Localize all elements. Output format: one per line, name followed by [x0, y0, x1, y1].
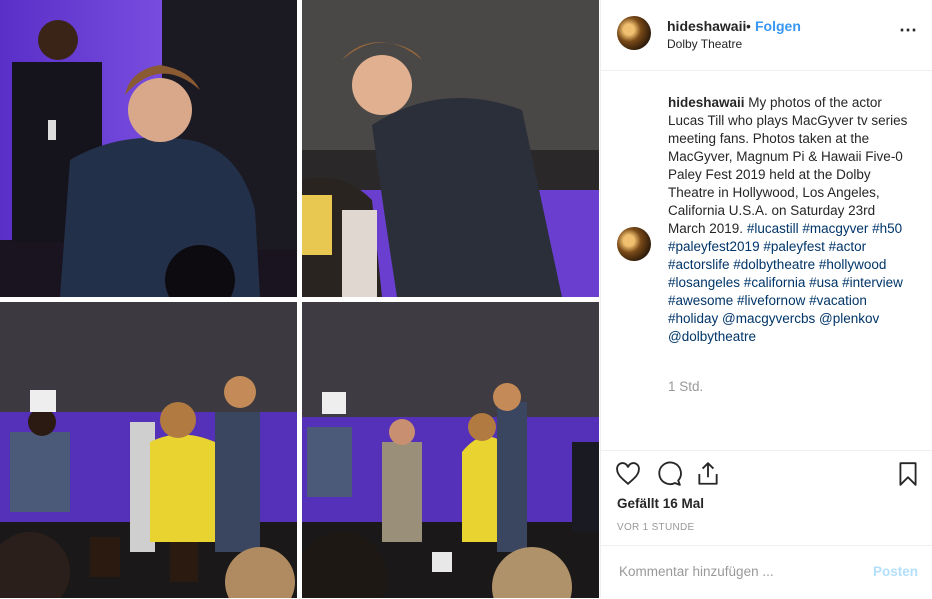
location-link[interactable]: Dolby Theatre [667, 37, 742, 51]
caption: hideshawaii My photos of the actor Lucas… [668, 94, 908, 346]
follow-button[interactable]: Folgen [755, 18, 801, 34]
likes-count[interactable]: Gefällt 16 Mal [617, 496, 704, 511]
caption-time: 1 Std. [668, 379, 704, 394]
caption-avatar[interactable] [617, 227, 651, 261]
post-side-panel: hideshawaii • Folgen Dolby Theatre ⋯ hid… [600, 0, 932, 598]
action-bar: Gefällt 16 Mal VOR 1 STUNDE [601, 450, 932, 546]
avatar[interactable] [617, 16, 651, 50]
add-comment-bar: Posten [601, 545, 932, 599]
heart-icon[interactable] [615, 461, 641, 487]
bookmark-icon[interactable] [895, 461, 921, 487]
share-icon[interactable] [695, 461, 721, 487]
instagram-post: hideshawaii • Folgen Dolby Theatre ⋯ hid… [0, 0, 932, 598]
photo-actor-leaning [302, 0, 599, 297]
comments-area: hideshawaii My photos of the actor Lucas… [601, 71, 932, 449]
post-media-collage[interactable] [0, 0, 600, 598]
caption-username[interactable]: hideshawaii [668, 95, 745, 110]
post-header: hideshawaii • Folgen Dolby Theatre ⋯ [601, 0, 932, 71]
photo-fan-hug-wide [302, 302, 599, 598]
caption-text: My photos of the actor Lucas Till who pl… [668, 95, 908, 236]
post-comment-button[interactable]: Posten [873, 564, 918, 579]
photo-fan-hug [0, 302, 297, 598]
caption-hashtags[interactable]: #lucastill #macgyver #h50 #paleyfest2019… [668, 221, 903, 344]
separator-dot: • [746, 18, 751, 34]
comment-icon[interactable] [656, 461, 682, 487]
photo-actor-crouching [0, 0, 297, 297]
more-options-icon[interactable]: ⋯ [899, 20, 918, 41]
username-link[interactable]: hideshawaii [667, 18, 746, 34]
post-timestamp: VOR 1 STUNDE [617, 522, 695, 533]
comment-input[interactable] [617, 563, 851, 580]
